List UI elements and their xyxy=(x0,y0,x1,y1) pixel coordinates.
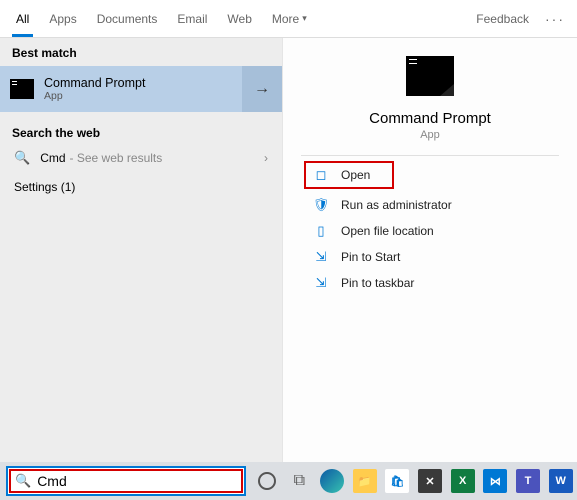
pin-start-label: Pin to Start xyxy=(341,250,400,264)
app-icon[interactable]: ✕ xyxy=(414,464,447,498)
cmd-icon xyxy=(406,56,454,96)
cmd-icon xyxy=(10,79,34,99)
chevron-down-icon: ▾ xyxy=(302,13,307,24)
search-tabs: All Apps Documents Email Web More▾ Feedb… xyxy=(0,0,577,38)
open-icon: ◻ xyxy=(313,167,329,183)
result-subtitle: App xyxy=(44,90,145,102)
search-web-label: Search the web xyxy=(0,118,282,144)
preview-subtitle: App xyxy=(420,129,440,141)
result-title: Command Prompt xyxy=(44,76,145,90)
results-pane: Best match Command Prompt App → Search t… xyxy=(0,38,282,462)
web-sub-text: - See web results xyxy=(70,151,163,165)
web-result[interactable]: 🔍 Cmd - See web results › xyxy=(0,144,282,172)
chevron-right-icon: › xyxy=(264,151,268,165)
explorer-icon[interactable]: 📁 xyxy=(348,464,381,498)
run-admin-action[interactable]: 🛡 Run as administrator xyxy=(283,192,577,218)
search-icon: 🔍 xyxy=(14,150,30,166)
tab-more[interactable]: More▾ xyxy=(262,0,317,37)
shield-icon: 🛡 xyxy=(313,197,329,213)
best-match-result[interactable]: Command Prompt App → xyxy=(0,66,282,112)
tab-apps[interactable]: Apps xyxy=(39,0,86,37)
pin-taskbar-action[interactable]: ⇲ Pin to taskbar xyxy=(283,270,577,296)
word-icon[interactable]: W xyxy=(544,464,577,498)
tab-web[interactable]: Web xyxy=(217,0,261,37)
feedback-link[interactable]: Feedback xyxy=(476,12,529,26)
tab-all[interactable]: All xyxy=(6,0,39,37)
run-admin-label: Run as administrator xyxy=(341,198,452,212)
vscode-icon[interactable]: ⋈ xyxy=(479,464,512,498)
tab-documents[interactable]: Documents xyxy=(87,0,168,37)
tab-email[interactable]: Email xyxy=(167,0,217,37)
pin-taskbar-label: Pin to taskbar xyxy=(341,276,414,290)
search-body: Best match Command Prompt App → Search t… xyxy=(0,38,577,462)
task-view-button[interactable]: ⧉ xyxy=(283,464,316,498)
search-icon: 🔍 xyxy=(15,473,31,489)
store-icon[interactable]: 🛍 xyxy=(381,464,414,498)
taskbar-search[interactable]: 🔍 Cmd xyxy=(6,466,246,496)
open-label: Open xyxy=(341,168,370,182)
settings-group-label[interactable]: Settings (1) xyxy=(0,172,282,202)
edge-icon[interactable] xyxy=(316,464,349,498)
open-file-location-action[interactable]: ▯ Open file location xyxy=(283,218,577,244)
open-action[interactable]: ◻ Open xyxy=(305,162,393,188)
preview-pane: Command Prompt App ◻ Open 🛡 Run as admin… xyxy=(282,38,577,462)
divider xyxy=(301,155,559,156)
expand-result-icon[interactable]: → xyxy=(242,66,282,112)
teams-icon[interactable]: T xyxy=(512,464,545,498)
web-query-text: Cmd xyxy=(40,151,65,165)
best-match-label: Best match xyxy=(0,38,282,64)
cortana-button[interactable] xyxy=(250,464,283,498)
excel-icon[interactable]: X xyxy=(446,464,479,498)
folder-icon: ▯ xyxy=(313,223,329,239)
pin-start-icon: ⇲ xyxy=(313,249,329,265)
file-loc-label: Open file location xyxy=(341,224,434,238)
more-options-icon[interactable]: ··· xyxy=(539,11,571,27)
search-input-value[interactable]: Cmd xyxy=(37,473,67,489)
taskbar: 🔍 Cmd ⧉ 📁 🛍 ✕ X ⋈ T W xyxy=(0,462,577,500)
pin-taskbar-icon: ⇲ xyxy=(313,275,329,291)
preview-title: Command Prompt xyxy=(369,110,491,127)
pin-start-action[interactable]: ⇲ Pin to Start xyxy=(283,244,577,270)
